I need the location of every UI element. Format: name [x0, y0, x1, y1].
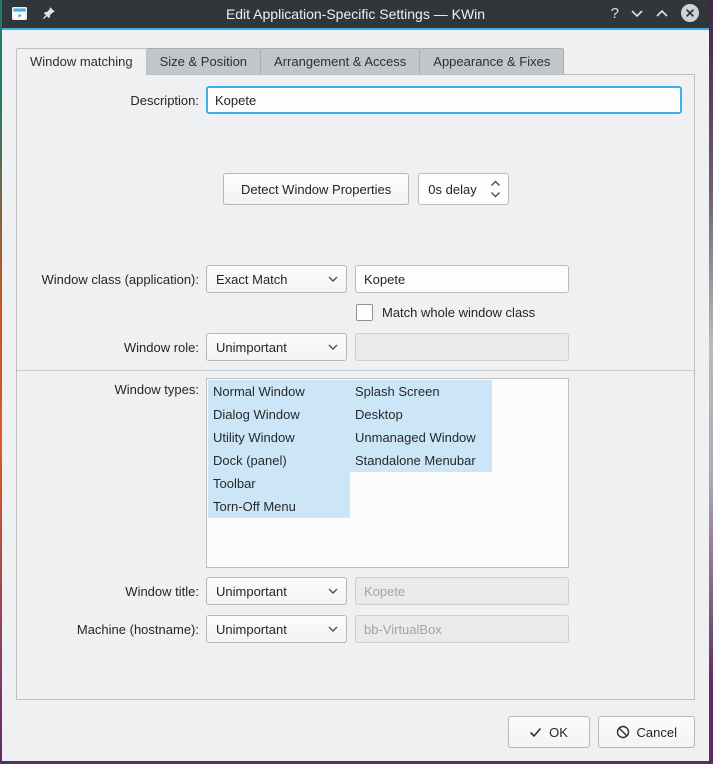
checkmark-icon [530, 727, 542, 737]
list-item[interactable]: Normal Window [208, 380, 350, 403]
detect-window-properties-button[interactable]: Detect Window Properties [223, 173, 410, 205]
list-item[interactable]: Dock (panel) [208, 449, 350, 472]
dialog-button-box: OK Cancel [16, 716, 695, 748]
chevron-up-icon[interactable] [655, 9, 669, 18]
window-types-row: Window types: Normal Window Dialog Windo… [17, 378, 694, 568]
chevron-down-icon[interactable] [630, 9, 644, 18]
window-title: Edit Application-Specific Settings — KWi… [225, 6, 486, 22]
window-title-match-combobox[interactable]: Unimportant [206, 577, 347, 605]
list-item[interactable]: Unmanaged Window [350, 426, 492, 449]
titlebar[interactable]: Edit Application-Specific Settings — KWi… [2, 0, 709, 30]
desktop-edge-right [709, 0, 713, 764]
window-class-match-combobox[interactable]: Exact Match [206, 265, 347, 293]
description-label: Description: [130, 92, 199, 108]
window-role-row: Window role: Unimportant [17, 333, 694, 361]
window-role-match-value: Unimportant [216, 339, 287, 355]
window-title-match-value: Unimportant [216, 583, 287, 599]
chevron-down-icon [328, 626, 338, 632]
list-item[interactable]: Splash Screen [350, 380, 492, 403]
window-matching-panel: Description: Detect Window Properties 0s… [16, 74, 695, 700]
tab-bar: Window matching Size & Position Arrangem… [16, 48, 695, 75]
list-item[interactable]: Utility Window [208, 426, 350, 449]
tab-appearance-fixes[interactable]: Appearance & Fixes [419, 48, 565, 74]
window-class-match-value: Exact Match [216, 271, 288, 287]
window-class-row: Window class (application): Exact Match [17, 265, 694, 293]
description-row: Description: [17, 86, 694, 114]
machine-input [355, 615, 569, 643]
ok-button[interactable]: OK [507, 716, 590, 748]
chevron-down-icon [328, 588, 338, 594]
close-icon[interactable] [680, 3, 700, 23]
tab-window-matching[interactable]: Window matching [16, 48, 147, 75]
window-types-column-2: Splash Screen Desktop Unmanaged Window S… [350, 380, 492, 472]
machine-match-combobox[interactable]: Unimportant [206, 615, 347, 643]
separator-line [17, 370, 694, 371]
window-title-label: Window title: [125, 583, 199, 599]
list-item[interactable]: Desktop [350, 403, 492, 426]
window-title-row: Window title: Unimportant [17, 577, 694, 605]
cancel-button[interactable]: Cancel [597, 716, 695, 748]
list-item[interactable]: Torn-Off Menu [208, 495, 350, 518]
match-whole-class-label: Match whole window class [382, 305, 536, 320]
dialog-body: Window matching Size & Position Arrangem… [2, 30, 709, 761]
app-window-icon[interactable] [11, 6, 28, 21]
chevron-down-icon [328, 276, 338, 282]
window-types-list[interactable]: Normal Window Dialog Window Utility Wind… [206, 378, 569, 568]
list-item[interactable]: Toolbar [208, 472, 350, 495]
window-class-input[interactable] [355, 265, 569, 293]
list-item[interactable]: Dialog Window [208, 403, 350, 426]
help-icon[interactable]: ? [611, 6, 619, 21]
chevron-down-icon [328, 344, 338, 350]
machine-label: Machine (hostname): [76, 621, 199, 637]
description-input[interactable] [206, 86, 682, 114]
window-role-match-combobox[interactable]: Unimportant [206, 333, 347, 361]
detect-delay-spinner[interactable]: 0s delay [418, 173, 510, 205]
kwin-settings-dialog: Edit Application-Specific Settings — KWi… [2, 0, 709, 761]
match-whole-class-checkbox[interactable] [356, 304, 373, 321]
window-role-label: Window role: [123, 339, 199, 355]
list-item[interactable]: Standalone Menubar [350, 449, 492, 472]
detect-delay-value: 0s delay [428, 181, 477, 197]
pin-icon[interactable] [41, 6, 56, 21]
tab-arrangement-access[interactable]: Arrangement & Access [260, 48, 421, 74]
cancel-slash-icon [616, 725, 629, 739]
machine-match-value: Unimportant [216, 621, 287, 637]
spinner-arrows-icon[interactable] [490, 180, 501, 198]
window-types-label: Window types: [114, 382, 199, 397]
ok-button-label: OK [549, 724, 568, 740]
machine-row: Machine (hostname): Unimportant [17, 615, 694, 643]
window-types-column-1: Normal Window Dialog Window Utility Wind… [208, 380, 350, 518]
match-whole-class-row: Match whole window class [17, 304, 694, 321]
window-role-input [355, 333, 569, 361]
window-title-input [355, 577, 569, 605]
window-class-label: Window class (application): [41, 271, 199, 287]
tab-size-position[interactable]: Size & Position [145, 48, 262, 74]
cancel-button-label: Cancel [636, 724, 677, 740]
detect-row: Detect Window Properties 0s delay [223, 173, 694, 205]
